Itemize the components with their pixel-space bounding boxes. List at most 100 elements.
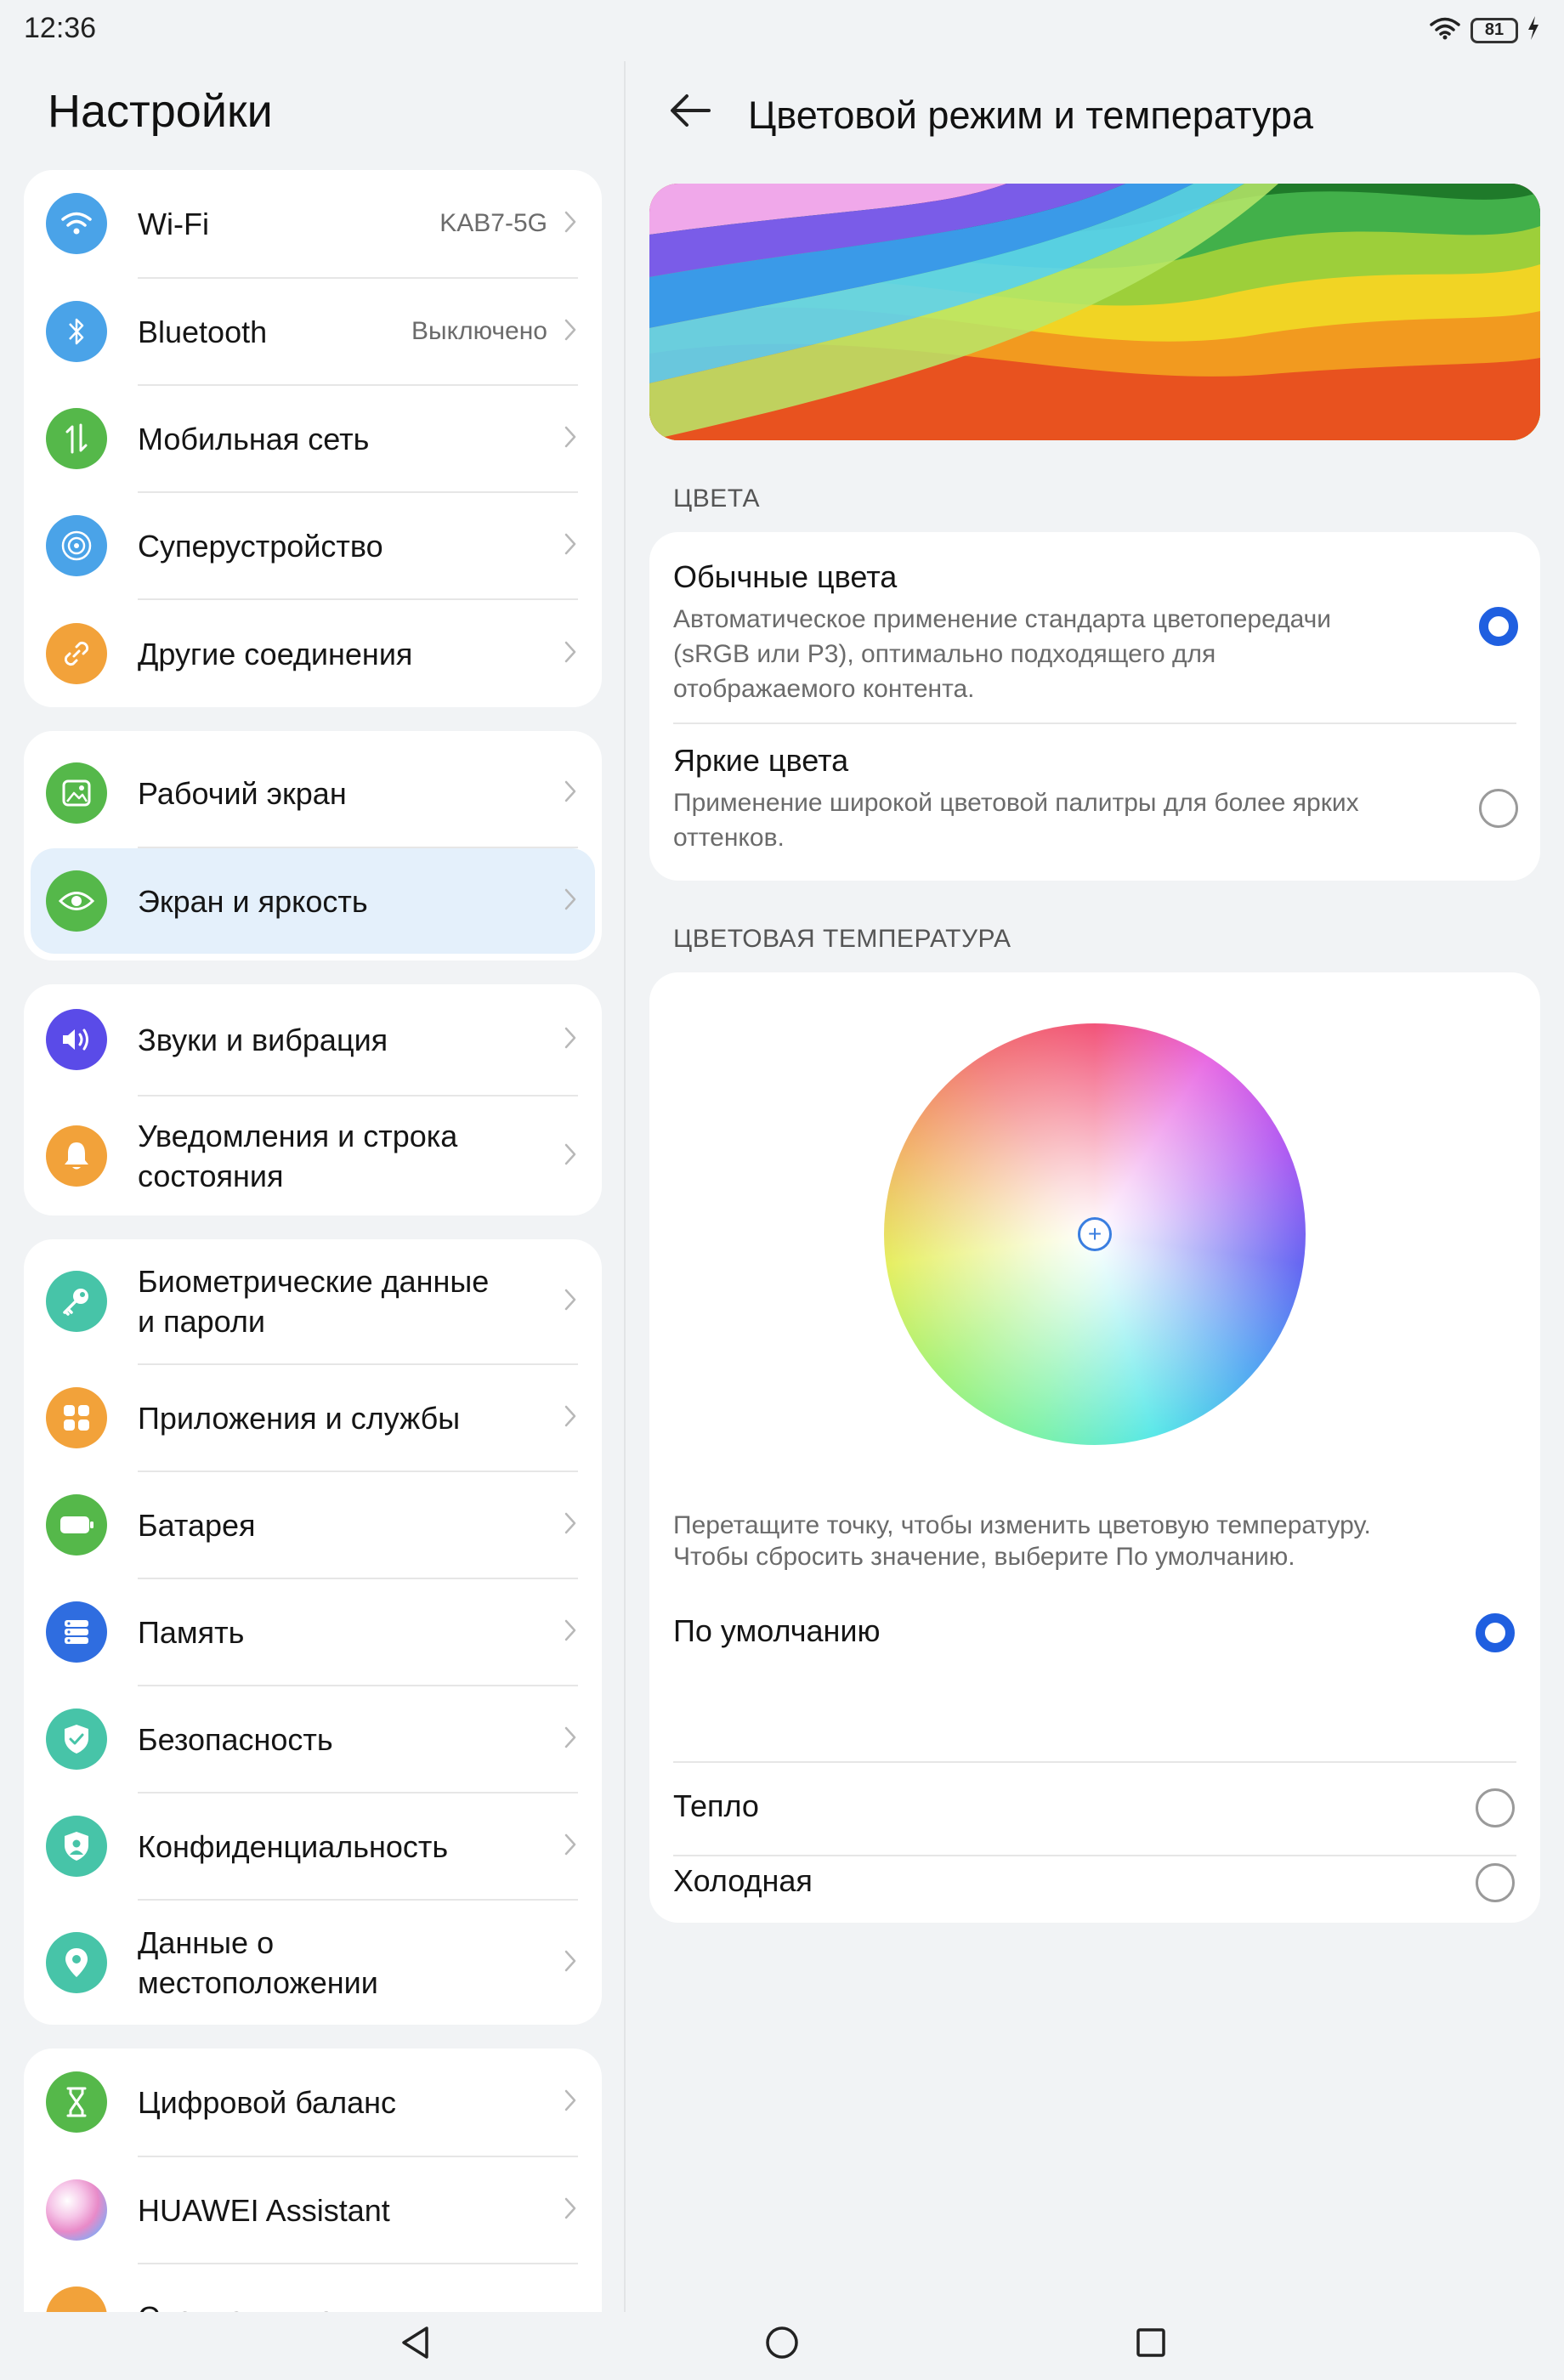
label-line: состояния (138, 1159, 284, 1193)
settings-list-pane: Настройки Wi-Fi KAB7-5G Bluetooth Выключ… (0, 61, 624, 2312)
sidebar-item-label: Приложения и службы (138, 1400, 461, 1436)
option-temp-cold[interactable]: Холодная (649, 1856, 1540, 1923)
sidebar-item-biometrics[interactable]: Биометрические данные и пароли (24, 1239, 602, 1363)
sidebar-item-label: Уведомления и строка состояния (138, 1116, 457, 1196)
sidebar-item-home-screen[interactable]: Рабочий экран (24, 740, 602, 847)
label-line: Данные о (138, 1925, 275, 1960)
chevron-right-icon (564, 1289, 576, 1315)
battery-icon: 81 (1470, 17, 1518, 43)
wallpaper-icon (46, 762, 107, 824)
settings-group-security-apps: Биометрические данные и пароли Приложени… (24, 1239, 602, 2025)
storage-icon (46, 1601, 107, 1663)
sidebar-item-mobile-network[interactable]: Мобильная сеть (24, 386, 602, 491)
sidebar-item-accessibility[interactable]: Специальные (24, 2264, 602, 2312)
privacy-icon (46, 1816, 107, 1877)
charging-icon (1527, 15, 1540, 45)
option-title: Яркие цвета (673, 743, 849, 778)
sidebar-item-wifi[interactable]: Wi-Fi KAB7-5G (24, 170, 602, 277)
color-mode-card: Обычные цвета Автоматическое применение … (649, 532, 1540, 881)
chevron-right-icon (564, 780, 576, 807)
option-temp-default[interactable]: По умолчанию (649, 1588, 1540, 1680)
description-line: Применение широкой цветовой палитры для … (673, 789, 1359, 817)
page-title: Настройки (48, 86, 273, 137)
color-temperature-hint: Перетащите точку, чтобы изменить цветову… (673, 1510, 1523, 1572)
status-icons: 81 (1428, 15, 1540, 45)
hint-line: Перетащите точку, чтобы изменить цветову… (673, 1511, 1371, 1539)
option-title: Обычные цвета (673, 559, 898, 594)
sidebar-item-storage[interactable]: Память (24, 1579, 602, 1685)
section-header-colors: ЦВЕТА (673, 484, 761, 513)
sidebar-item-huawei-assistant[interactable]: HUAWEI Assistant (24, 2157, 602, 2263)
color-temperature-wheel[interactable]: + (884, 1023, 1306, 1445)
sidebar-item-sounds[interactable]: Звуки и вибрация (24, 984, 602, 1095)
back-nav-icon[interactable] (398, 2324, 432, 2366)
sidebar-item-label: Wi-Fi (138, 206, 209, 241)
option-temp-warm[interactable]: Тепло (649, 1763, 1540, 1855)
sidebar-item-security[interactable]: Безопасность (24, 1686, 602, 1792)
radio-temp-default[interactable] (1476, 1613, 1515, 1652)
chevron-right-icon (564, 2197, 576, 2224)
radio-normal-colors[interactable] (1479, 607, 1518, 646)
back-arrow-icon[interactable] (668, 92, 712, 133)
accessibility-icon (46, 2286, 107, 2312)
settings-group-connections: Wi-Fi KAB7-5G Bluetooth Выключено Мобиль… (24, 170, 602, 707)
wifi-icon (1428, 15, 1462, 45)
bell-icon (46, 1125, 107, 1187)
sidebar-item-apps[interactable]: Приложения и службы (24, 1365, 602, 1470)
settings-group-sound-notifications: Звуки и вибрация Уведомления и строка со… (24, 984, 602, 1216)
option-label: По умолчанию (673, 1613, 881, 1648)
sidebar-item-privacy[interactable]: Конфиденциальность (24, 1794, 602, 1899)
chevron-right-icon (564, 1143, 576, 1170)
speaker-icon (46, 1009, 107, 1070)
sidebar-item-digital-balance[interactable]: Цифровой баланс (24, 2048, 602, 2156)
status-time: 12:36 (24, 12, 97, 44)
sidebar-item-label: Батарея (138, 1507, 256, 1543)
chevron-right-icon (564, 1950, 576, 1976)
key-icon (46, 1271, 107, 1332)
mobile-network-icon (46, 408, 107, 469)
sidebar-item-notifications[interactable]: Уведомления и строка состояния (24, 1096, 602, 1216)
sidebar-item-location[interactable]: Данные о местоположении (24, 1901, 602, 2025)
sidebar-item-super-device[interactable]: Суперустройство (24, 493, 602, 598)
sidebar-item-label: Цифровой баланс (138, 2084, 396, 2120)
recents-nav-icon[interactable] (1134, 2324, 1168, 2366)
sidebar-item-label: Рабочий экран (138, 775, 347, 811)
home-nav-icon[interactable] (763, 2324, 801, 2366)
sidebar-item-label: Данные о местоположении (138, 1923, 378, 2003)
option-vivid-colors[interactable]: Яркие цвета Применение широкой цветовой … (649, 724, 1540, 881)
option-label: Холодная (673, 1863, 813, 1898)
label-line: и пароли (138, 1304, 265, 1339)
super-device-icon (46, 515, 107, 576)
detail-pane: Цветовой режим и температура ЦВЕТА Обычн… (626, 61, 1564, 2312)
eye-icon (46, 870, 107, 932)
chevron-right-icon (564, 1726, 576, 1753)
bluetooth-status-value: Выключено (411, 317, 547, 345)
chevron-right-icon (564, 1512, 576, 1538)
chevron-right-icon (564, 426, 576, 452)
sidebar-item-display-brightness[interactable]: Экран и яркость (31, 848, 595, 954)
location-icon (46, 1932, 107, 1993)
chevron-right-icon (564, 1405, 576, 1431)
description-line: оттенков. (673, 824, 785, 852)
sidebar-item-other-connections[interactable]: Другие соединения (24, 600, 602, 707)
sidebar-item-label: Безопасность (138, 1721, 333, 1757)
sidebar-item-battery[interactable]: Батарея (24, 1472, 602, 1578)
description-line: отображаемого контента. (673, 675, 975, 703)
sidebar-item-label: Bluetooth (138, 314, 268, 349)
link-icon (46, 623, 107, 684)
radio-temp-warm[interactable] (1476, 1788, 1515, 1828)
option-normal-colors[interactable]: Обычные цвета Автоматическое применение … (649, 532, 1540, 714)
chevron-right-icon (564, 319, 576, 345)
navigation-bar (0, 2312, 1564, 2380)
radio-vivid-colors[interactable] (1479, 789, 1518, 828)
wifi-network-value: KAB7-5G (439, 209, 547, 237)
sidebar-item-label: Другие соединения (138, 636, 413, 672)
wheel-handle-icon[interactable]: + (1078, 1217, 1112, 1251)
radio-temp-cold[interactable] (1476, 1863, 1515, 1902)
sidebar-item-label: Биометрические данные и пароли (138, 1261, 489, 1341)
sidebar-item-label: Экран и яркость (138, 883, 368, 919)
settings-group-misc: Цифровой баланс HUAWEI Assistant Специал… (24, 2048, 602, 2312)
option-description: Автоматическое применение стандарта цвет… (673, 602, 1413, 706)
color-mode-banner (649, 184, 1540, 440)
sidebar-item-bluetooth[interactable]: Bluetooth Выключено (24, 279, 602, 384)
